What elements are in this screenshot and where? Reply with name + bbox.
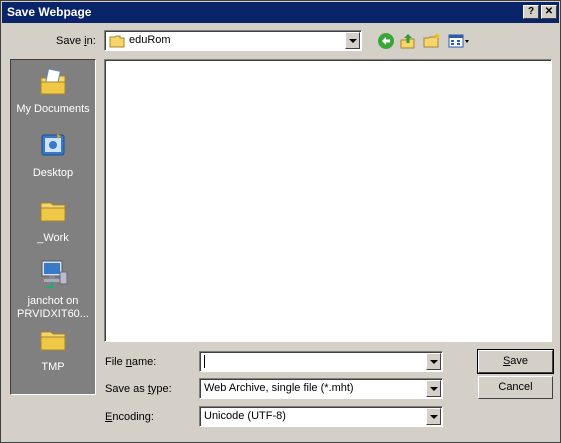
encoding-label: Encoding: <box>105 411 154 423</box>
save-as-type-value: Web Archive, single file (*.mht) <box>204 382 354 394</box>
folder-icon <box>109 34 125 51</box>
place-my-documents[interactable]: My Documents <box>11 66 95 116</box>
back-icon[interactable] <box>377 32 397 52</box>
save-in-value: eduRom <box>129 34 171 46</box>
save-in-label: Save in: <box>56 35 96 47</box>
place-label: My Documents <box>16 103 90 115</box>
encoding-dropdown[interactable]: Unicode (UTF-8) <box>199 406 443 427</box>
save-as-type-dropdown-button[interactable] <box>426 380 441 397</box>
encoding-dropdown-button[interactable] <box>426 408 441 425</box>
encoding-value: Unicode (UTF-8) <box>204 410 286 422</box>
folder-icon <box>37 202 69 230</box>
place-work[interactable]: _Work <box>11 195 95 245</box>
window-title: Save Webpage <box>7 5 92 19</box>
help-button[interactable]: ? <box>523 5 539 19</box>
places-bar: My Documents Desktop _Work janchot on PR… <box>10 59 96 395</box>
place-label: Desktop <box>32 167 74 179</box>
new-folder-icon[interactable] <box>423 32 443 52</box>
place-network-drive[interactable]: janchot on PRVIDXIT60... <box>11 258 95 321</box>
views-menu-icon[interactable] <box>448 32 472 52</box>
place-desktop[interactable]: Desktop <box>11 130 95 180</box>
cancel-button[interactable]: Cancel <box>478 376 553 399</box>
up-folder-icon[interactable] <box>399 32 419 52</box>
save-button[interactable]: Save <box>477 349 554 374</box>
file-list[interactable] <box>104 59 552 342</box>
place-label: janchot on PRVIDXIT60... <box>17 295 89 320</box>
network-drive-icon <box>37 260 69 293</box>
folder-icon <box>37 331 69 359</box>
title-bar: Save Webpage ? ✕ <box>2 2 559 23</box>
place-tmp[interactable]: TMP <box>11 324 95 374</box>
file-name-input[interactable] <box>199 351 443 372</box>
text-caret <box>204 355 205 368</box>
my-documents-icon <box>37 68 69 101</box>
save-as-type-label: Save as type: <box>105 383 172 395</box>
save-in-dropdown-button[interactable] <box>345 32 360 49</box>
save-as-type-dropdown[interactable]: Web Archive, single file (*.mht) <box>199 378 443 399</box>
close-button[interactable]: ✕ <box>541 5 557 19</box>
file-name-label: File name: <box>105 356 157 368</box>
place-label: _Work <box>37 232 69 244</box>
place-label: TMP <box>41 361 65 373</box>
desktop-icon <box>37 134 69 165</box>
save-webpage-dialog: Save Webpage ? ✕ Save in: eduRom My Docu… <box>0 0 561 443</box>
save-in-dropdown[interactable]: eduRom <box>104 30 362 51</box>
file-name-dropdown-button[interactable] <box>426 353 441 370</box>
